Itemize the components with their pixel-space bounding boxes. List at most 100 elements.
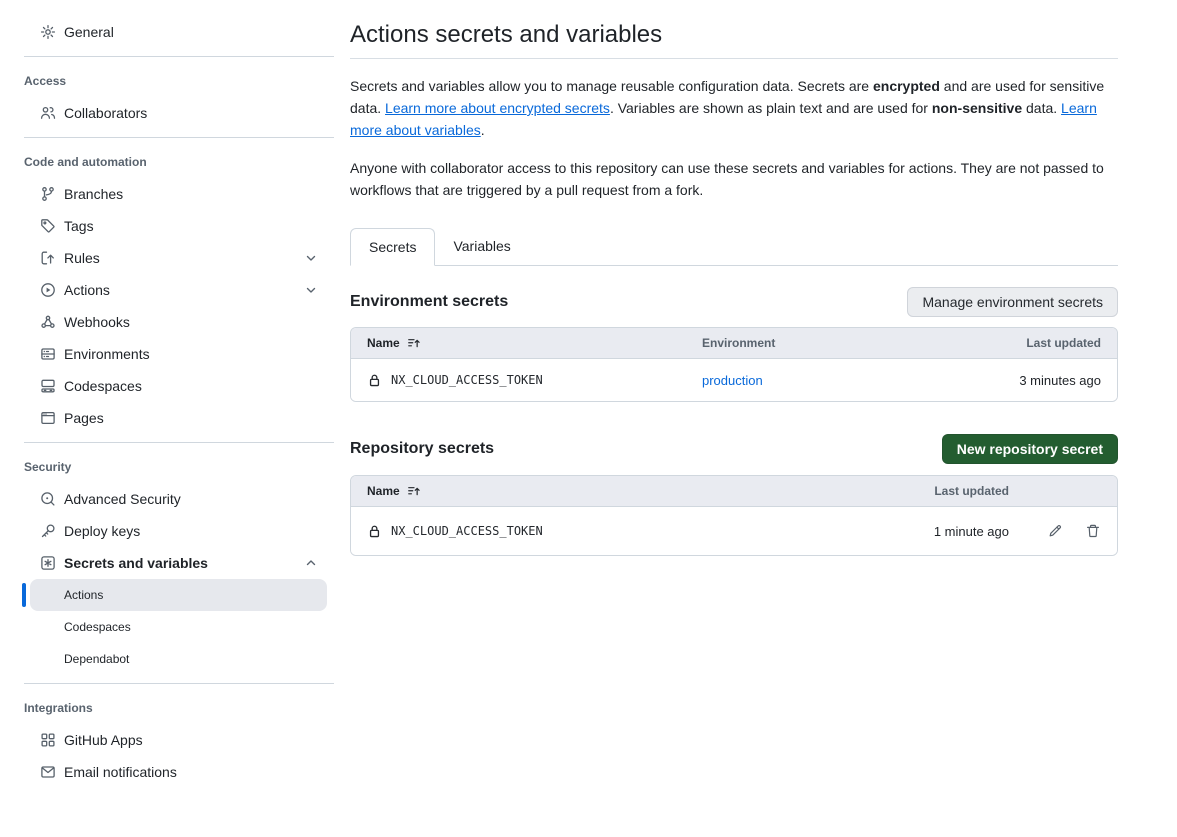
sidebar-item-deploy-keys[interactable]: Deploy keys (0, 515, 334, 547)
secret-name: NX_CLOUD_ACCESS_TOKEN (391, 373, 543, 387)
last-updated-value: 3 minutes ago (901, 373, 1101, 388)
column-header-last-updated: Last updated (829, 484, 1009, 498)
selected-accent-bar (22, 583, 26, 607)
sidebar-item-environments[interactable]: Environments (0, 338, 334, 370)
sidebar-subitem-label: Actions (64, 588, 103, 602)
new-repository-secret-button[interactable]: New repository secret (942, 434, 1118, 464)
sidebar-section-code-automation: Code and automation (0, 146, 334, 178)
sidebar-subitem-label: Codespaces (64, 620, 131, 634)
settings-sidebar: General Access Collaborators Code and au… (0, 0, 334, 788)
delete-secret-trash-icon[interactable] (1085, 523, 1101, 539)
sidebar-item-label: Actions (64, 282, 110, 298)
environment-link[interactable]: production (702, 373, 901, 388)
intro-paragraph-2: Anyone with collaborator access to this … (350, 157, 1118, 201)
chevron-down-icon[interactable] (304, 251, 318, 265)
secrets-variables-tabs: Secrets Variables (350, 227, 1118, 266)
manage-environment-secrets-button[interactable]: Manage environment secrets (907, 287, 1118, 317)
sidebar-item-email-notifications[interactable]: Email notifications (0, 756, 334, 788)
title-divider (350, 58, 1118, 59)
column-header-label: Name (367, 484, 400, 498)
sidebar-item-branches[interactable]: Branches (0, 178, 334, 210)
sidebar-item-label: General (64, 24, 114, 40)
column-header-label: Name (367, 336, 400, 350)
key-icon (40, 523, 56, 539)
sidebar-item-label: Email notifications (64, 764, 177, 780)
repository-secrets-heading: Repository secrets (350, 440, 494, 458)
settings-page: General Access Collaborators Code and au… (0, 0, 1177, 788)
sidebar-item-label: Codespaces (64, 378, 142, 394)
main-content: Actions secrets and variables Secrets an… (350, 0, 1118, 788)
gear-icon (40, 24, 56, 40)
environment-secrets-header: Environment secrets Manage environment s… (350, 286, 1118, 318)
secret-name-cell: NX_CLOUD_ACCESS_TOKEN (367, 373, 702, 388)
git-branch-icon (40, 186, 56, 202)
row-actions (1025, 523, 1101, 539)
sidebar-item-label: Collaborators (64, 105, 147, 121)
rules-icon (40, 250, 56, 266)
sidebar-item-secrets-and-variables[interactable]: Secrets and variables (0, 547, 334, 579)
sidebar-section-security: Security (0, 451, 334, 483)
sidebar-item-actions[interactable]: Actions (0, 274, 334, 306)
sidebar-item-label: Branches (64, 186, 123, 202)
sidebar-item-label: Environments (64, 346, 150, 362)
sidebar-item-webhooks[interactable]: Webhooks (0, 306, 334, 338)
table-row: NX_CLOUD_ACCESS_TOKEN production 3 minut… (351, 359, 1117, 401)
sidebar-item-general[interactable]: General (0, 16, 334, 48)
sidebar-divider (24, 56, 334, 57)
environment-secrets-table: Name Environment Last updated NX_CLOUD_A… (350, 327, 1118, 402)
column-header-last-updated: Last updated (901, 336, 1101, 350)
sidebar-item-codespaces[interactable]: Codespaces (0, 370, 334, 402)
column-header-name[interactable]: Name (367, 484, 813, 498)
tab-variables[interactable]: Variables (435, 227, 528, 265)
tab-secrets[interactable]: Secrets (350, 228, 435, 266)
column-header-environment: Environment (702, 336, 901, 350)
mail-icon (40, 764, 56, 780)
repository-secrets-table-header: Name Last updated (351, 476, 1117, 507)
sidebar-item-label: Advanced Security (64, 491, 181, 507)
environment-secrets-table-header: Name Environment Last updated (351, 328, 1117, 359)
secret-name: NX_CLOUD_ACCESS_TOKEN (391, 524, 543, 538)
table-row: NX_CLOUD_ACCESS_TOKEN 1 minute ago (351, 507, 1117, 555)
sidebar-item-label: Deploy keys (64, 523, 140, 539)
repository-secrets-table: Name Last updated NX_CLOUD_ACCESS_TOKEN … (350, 475, 1118, 556)
secret-name-cell: NX_CLOUD_ACCESS_TOKEN (367, 524, 813, 539)
webhook-icon (40, 314, 56, 330)
intro-text: Secrets and variables allow you to manag… (350, 75, 1118, 201)
sidebar-item-label: Tags (64, 218, 94, 234)
sidebar-item-tags[interactable]: Tags (0, 210, 334, 242)
intro-bold-encrypted: encrypted (873, 78, 940, 94)
sidebar-subitem-codespaces[interactable]: Codespaces (30, 611, 327, 643)
sort-ascending-icon (407, 484, 421, 498)
lock-icon (367, 524, 382, 539)
intro-paragraph-1: Secrets and variables allow you to manag… (350, 75, 1118, 141)
sidebar-subitem-actions[interactable]: Actions (30, 579, 327, 611)
sidebar-item-rules[interactable]: Rules (0, 242, 334, 274)
column-header-name[interactable]: Name (367, 336, 702, 350)
sidebar-section-access: Access (0, 65, 334, 97)
repository-secrets-header: Repository secrets New repository secret (350, 433, 1118, 465)
chevron-down-icon[interactable] (304, 283, 318, 297)
environment-secrets-heading: Environment secrets (350, 293, 508, 311)
codescan-icon (40, 491, 56, 507)
sidebar-item-github-apps[interactable]: GitHub Apps (0, 724, 334, 756)
sidebar-item-advanced-security[interactable]: Advanced Security (0, 483, 334, 515)
sidebar-subitem-label: Dependabot (64, 652, 129, 666)
play-icon (40, 282, 56, 298)
asterisk-box-icon (40, 555, 56, 571)
encrypted-secrets-link[interactable]: Learn more about encrypted secrets (385, 100, 610, 116)
sidebar-divider (24, 137, 334, 138)
sidebar-divider (24, 683, 334, 684)
tag-icon (40, 218, 56, 234)
browser-icon (40, 410, 56, 426)
sidebar-item-label: Rules (64, 250, 100, 266)
sidebar-section-integrations: Integrations (0, 692, 334, 724)
sidebar-item-label: Webhooks (64, 314, 130, 330)
intro-bold-non-sensitive: non-sensitive (932, 100, 1022, 116)
edit-secret-pencil-icon[interactable] (1047, 523, 1063, 539)
sidebar-subitem-dependabot[interactable]: Dependabot (30, 643, 327, 675)
sidebar-item-pages[interactable]: Pages (0, 402, 334, 434)
last-updated-value: 1 minute ago (829, 524, 1009, 539)
sidebar-item-label: Secrets and variables (64, 555, 208, 571)
chevron-up-icon[interactable] (304, 556, 318, 570)
sidebar-item-collaborators[interactable]: Collaborators (0, 97, 334, 129)
